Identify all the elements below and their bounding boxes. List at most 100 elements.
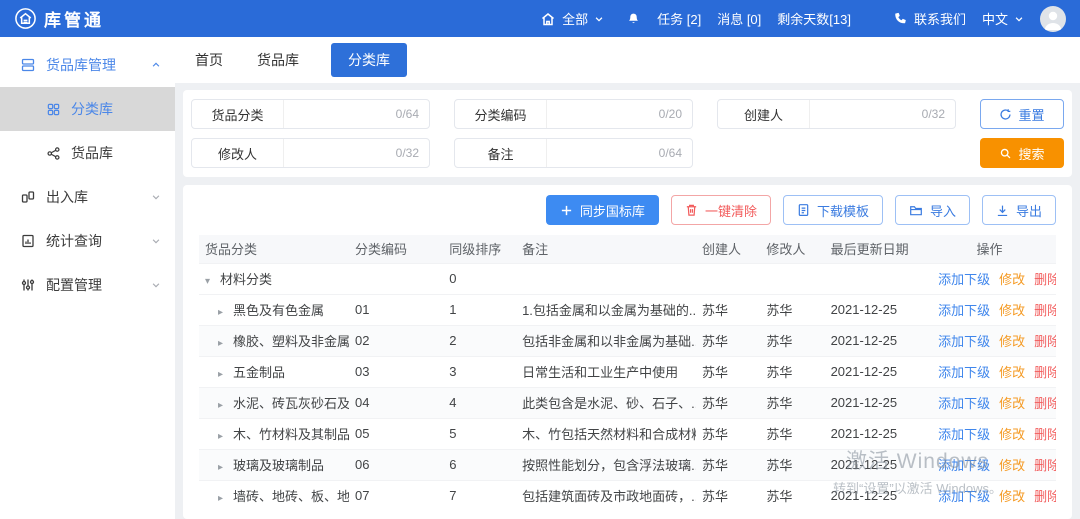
document-icon [797, 203, 810, 217]
delete-link[interactable]: 删除 [1034, 458, 1056, 473]
reset-icon [999, 108, 1012, 121]
field-label: 修改人 [192, 139, 284, 167]
delete-link[interactable]: 删除 [1034, 334, 1056, 349]
avatar[interactable] [1040, 6, 1066, 32]
category-code: 06 [349, 449, 443, 480]
delete-link[interactable]: 删除 [1034, 489, 1056, 504]
edit-link[interactable]: 修改 [999, 396, 1025, 411]
chevron-up-icon [151, 60, 161, 70]
search-label: 搜索 [1018, 144, 1044, 163]
sidebar-item-category-library[interactable]: 分类库 [0, 87, 175, 131]
delete-link[interactable]: 删除 [1034, 427, 1056, 442]
tasks-link[interactable]: 任务 [2] [657, 9, 701, 28]
delete-link[interactable]: 删除 [1034, 365, 1056, 380]
edit-link[interactable]: 修改 [999, 303, 1025, 318]
sidebar-item-warehouse-manage[interactable]: 货品库管理 [0, 43, 175, 87]
delete-link[interactable]: 删除 [1034, 396, 1056, 411]
app-logo: 库管通 [14, 6, 104, 31]
clear-all-button[interactable]: 一键清除 [671, 195, 771, 225]
reset-button[interactable]: 重置 [980, 99, 1064, 129]
edit-link[interactable]: 修改 [999, 458, 1025, 473]
updated-date: 2021-12-25 [825, 387, 924, 418]
contact-link[interactable]: 联系我们 [893, 9, 966, 28]
bell-icon[interactable] [626, 11, 641, 27]
export-button[interactable]: 导出 [982, 195, 1056, 225]
delete-link[interactable]: 删除 [1034, 303, 1056, 318]
edit-link[interactable]: 修改 [999, 489, 1025, 504]
creator: 苏华 [696, 449, 760, 480]
creator-input[interactable]: 0/32 [810, 100, 955, 128]
expand-icon[interactable]: ▸ [218, 493, 233, 504]
expand-icon[interactable]: ▸ [218, 369, 233, 380]
tab-goods-library[interactable]: 货品库 [255, 43, 301, 77]
note-input[interactable]: 0/64 [547, 139, 692, 167]
category-code-input[interactable]: 0/20 [547, 100, 692, 128]
table-toolbar: 同步国标库 一键清除 下载模板 导入 [199, 195, 1056, 225]
category-name: 黑色及有色金属 [233, 303, 324, 318]
char-counter: 0/32 [396, 146, 419, 160]
category-name: 木、竹材料及其制品 [233, 427, 349, 442]
field-modifier: 修改人 0/32 [191, 138, 430, 168]
note: 包括非金属和以非金属为基础... [516, 325, 696, 356]
char-counter: 0/64 [659, 146, 682, 160]
topbar: 库管通 全部 任务 [2] 消息 [0] 剩余天数[13] [0, 0, 1080, 37]
sibling-order: 3 [443, 356, 516, 387]
sidebar-item-statistics[interactable]: 统计查询 [0, 219, 175, 263]
download-icon [996, 204, 1009, 217]
table-header-row: 货品分类 分类编码 同级排序 备注 创建人 修改人 最后更新日期 操作 [199, 235, 1056, 263]
clear-label: 一键清除 [705, 201, 757, 220]
download-template-button[interactable]: 下载模板 [783, 195, 883, 225]
add-child-link[interactable]: 添加下级 [938, 334, 990, 349]
field-category-name: 货品分类 0/64 [191, 99, 430, 129]
table-row: ▸墙砖、地砖、板、地毯... 07 7 包括建筑面砖及市政地面砖，... 苏华 … [199, 480, 1056, 511]
col-category-code: 分类编码 [349, 235, 443, 263]
expand-icon[interactable]: ▸ [218, 431, 233, 442]
messages-link[interactable]: 消息 [0] [717, 9, 761, 28]
edit-link[interactable]: 修改 [999, 272, 1025, 287]
add-child-link[interactable]: 添加下级 [938, 303, 990, 318]
category-code: 02 [349, 325, 443, 356]
tab-category-library[interactable]: 分类库 [331, 43, 407, 77]
creator: 苏华 [696, 294, 760, 325]
col-note: 备注 [516, 235, 696, 263]
tab-home[interactable]: 首页 [193, 43, 225, 77]
add-child-link[interactable]: 添加下级 [938, 458, 990, 473]
sidebar-item-in-out[interactable]: 出入库 [0, 175, 175, 219]
updated-date [825, 263, 924, 294]
language-select[interactable]: 中文 [982, 9, 1024, 28]
scope-select[interactable]: 全部 [540, 9, 604, 28]
expand-icon[interactable]: ▾ [205, 276, 220, 287]
col-category-name: 货品分类 [199, 235, 349, 263]
add-child-link[interactable]: 添加下级 [938, 365, 990, 380]
expand-icon[interactable]: ▸ [218, 400, 233, 411]
creator: 苏华 [696, 356, 760, 387]
expand-icon[interactable]: ▸ [218, 462, 233, 473]
statistics-icon [20, 233, 36, 249]
add-child-link[interactable]: 添加下级 [938, 396, 990, 411]
field-label: 分类编码 [455, 100, 547, 128]
sidebar-item-configuration[interactable]: 配置管理 [0, 263, 175, 307]
edit-link[interactable]: 修改 [999, 427, 1025, 442]
note: 按照性能划分，包含浮法玻璃... [516, 449, 696, 480]
delete-link[interactable]: 删除 [1034, 272, 1056, 287]
expand-icon[interactable]: ▸ [218, 338, 233, 349]
sync-national-library-button[interactable]: 同步国标库 [546, 195, 659, 225]
sibling-order: 0 [443, 263, 516, 294]
field-note: 备注 0/64 [454, 138, 693, 168]
sibling-order: 2 [443, 325, 516, 356]
search-button[interactable]: 搜索 [980, 138, 1064, 168]
expand-icon[interactable]: ▸ [218, 307, 233, 318]
sidebar-item-goods-library[interactable]: 货品库 [0, 131, 175, 175]
category-name: 材料分类 [220, 272, 272, 287]
edit-link[interactable]: 修改 [999, 334, 1025, 349]
edit-link[interactable]: 修改 [999, 365, 1025, 380]
category-code: 03 [349, 356, 443, 387]
add-child-link[interactable]: 添加下级 [938, 489, 990, 504]
sibling-order: 7 [443, 480, 516, 511]
sibling-order: 6 [443, 449, 516, 480]
import-button[interactable]: 导入 [895, 195, 970, 225]
modifier-input[interactable]: 0/32 [284, 139, 429, 167]
category-name-input[interactable]: 0/64 [284, 100, 429, 128]
add-child-link[interactable]: 添加下级 [938, 272, 990, 287]
add-child-link[interactable]: 添加下级 [938, 427, 990, 442]
